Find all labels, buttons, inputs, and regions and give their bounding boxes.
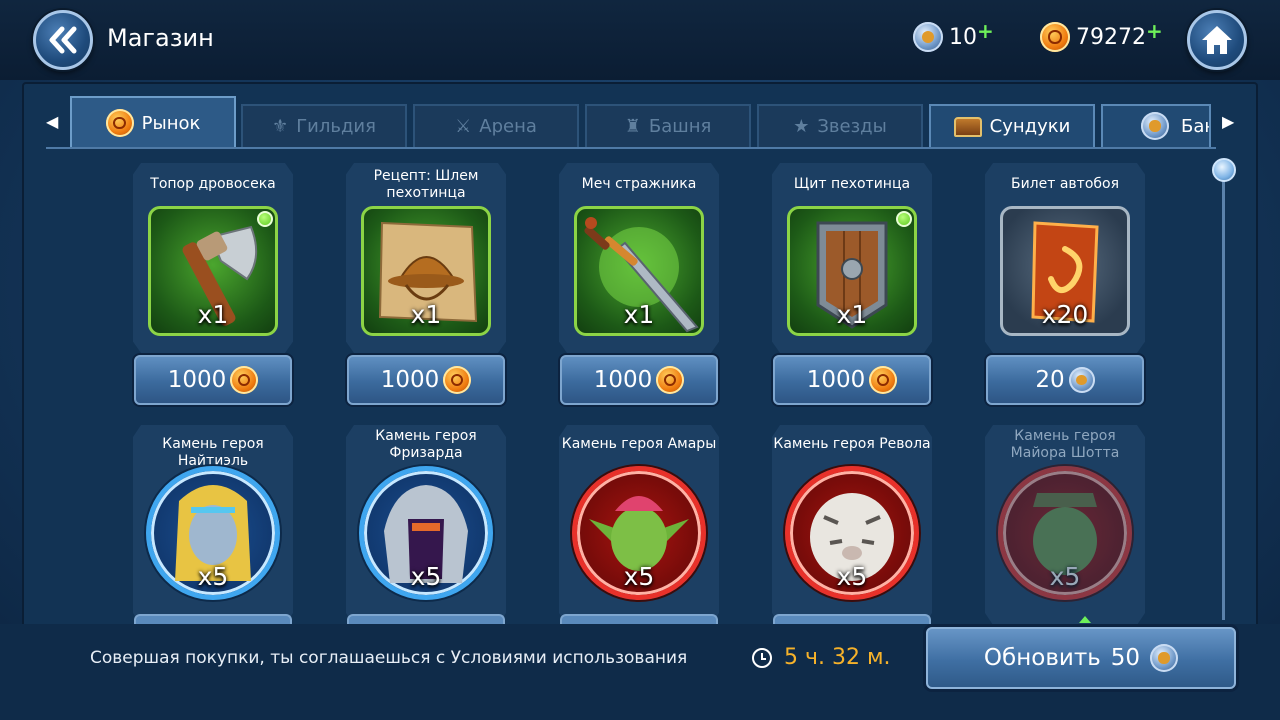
hero-stone-amara[interactable]: x5 [572, 466, 706, 600]
tab-stars[interactable]: ★ Звезды [757, 104, 923, 147]
new-indicator [896, 211, 912, 227]
scrollbar-thumb[interactable] [1212, 158, 1236, 182]
tab-chests[interactable]: Сундуки [929, 104, 1095, 147]
item-slot-shield[interactable]: x1 [787, 206, 917, 336]
item-title-text: Рецепт: Шлем пехотинца [373, 168, 479, 201]
home-icon [1202, 26, 1232, 54]
buy-button[interactable]: 1000 [347, 355, 505, 405]
hero-quantity: x5 [410, 562, 442, 591]
price-value: 1000 [593, 367, 653, 393]
hero-title-text: Камень героя Фризарда [375, 428, 477, 461]
gems-counter[interactable]: 10 + [913, 19, 994, 52]
tabs-right-arrow-icon[interactable]: ▶ [1222, 112, 1234, 131]
tab-label: Звезды [817, 116, 887, 137]
guild-icon: ⚜ [272, 116, 289, 137]
refresh-label: Обновить [983, 645, 1101, 671]
hero-quantity: x5 [197, 562, 229, 591]
double-chevron-left-icon [49, 26, 77, 54]
gold-coin-icon [869, 366, 898, 394]
gems-value: 10 [949, 24, 977, 50]
hero-quantity: x5 [623, 562, 655, 591]
tabs-left-arrow-icon[interactable]: ◀ [46, 112, 58, 131]
tab-market[interactable]: Рынок [70, 96, 236, 148]
clock-icon [752, 647, 772, 668]
item-quantity: x1 [623, 300, 655, 329]
buy-button[interactable]: 1000 [773, 355, 931, 405]
terms-link[interactable]: Совершая покупки, ты соглашаешься с Усло… [90, 648, 687, 668]
tab-arena[interactable]: ⚔ Арена [413, 104, 579, 147]
hero-quantity: x5 [836, 562, 868, 591]
buy-button[interactable]: 1000 [560, 355, 718, 405]
timer-value: 5 ч. 32 м. [784, 645, 891, 670]
tab-label: Башня [648, 116, 712, 137]
buy-button[interactable]: 20 [986, 355, 1144, 405]
item-title: Рецепт: Шлем пехотинца [341, 168, 511, 202]
coin-icon [105, 109, 134, 137]
tab-guild[interactable]: ⚜ Гильдия [241, 104, 407, 147]
item-quantity: x20 [1041, 300, 1089, 329]
hero-stone-frizard[interactable]: x5 [359, 466, 493, 600]
hero-title: Камень героя Фризарда [341, 428, 511, 462]
price-value: 1000 [806, 367, 866, 393]
tab-partial[interactable]: Бан [1101, 104, 1211, 147]
tab-label: Бан [1181, 116, 1209, 137]
add-gems-icon[interactable]: + [977, 19, 994, 43]
chest-icon [953, 116, 982, 137]
gem-icon [1068, 367, 1095, 393]
item-title: Меч стражника [581, 176, 697, 192]
tabs-underline [46, 147, 1216, 149]
tab-label: Рынок [141, 112, 201, 134]
refresh-button[interactable]: Обновить 50 [926, 627, 1236, 689]
page-title: Магазин [107, 24, 214, 52]
hero-title: Камень героя Майора Шотта [980, 428, 1150, 462]
refresh-cost: 50 [1110, 645, 1141, 671]
tower-icon: ♜ [624, 116, 641, 137]
item-quantity: x1 [197, 300, 229, 329]
gold-coin-icon [1040, 22, 1070, 52]
tab-label: Гильдия [296, 116, 376, 137]
gold-coin-icon [443, 366, 472, 394]
item-slot-axe[interactable]: x1 [148, 206, 278, 336]
price-value: 1000 [167, 367, 227, 393]
add-gold-icon[interactable]: + [1146, 19, 1163, 43]
buy-button[interactable]: 1000 [134, 355, 292, 405]
item-title: Билет автобоя [1010, 176, 1120, 192]
hero-title-text: Камень героя Майора Шотта [1010, 428, 1120, 461]
new-indicator [257, 211, 273, 227]
item-title: Топор дровосека [150, 176, 276, 192]
gold-counter[interactable]: 79272 + [1040, 19, 1163, 52]
scrollbar-track[interactable] [1222, 170, 1225, 620]
item-quantity: x1 [836, 300, 868, 329]
upgrade-arrow-icon [1079, 616, 1091, 623]
hero-quantity: x5 [1049, 562, 1081, 591]
tab-label: Арена [479, 116, 537, 137]
hero-title: Камень героя Амары [561, 436, 717, 452]
item-slot-ticket[interactable]: x20 [1000, 206, 1130, 336]
gold-value: 79272 [1076, 24, 1146, 50]
item-quantity: x1 [410, 300, 442, 329]
tab-label: Сундуки [989, 116, 1071, 137]
back-button[interactable] [33, 10, 93, 70]
hero-stone-revol[interactable]: x5 [785, 466, 919, 600]
gold-coin-icon [230, 366, 259, 394]
gem-icon [1150, 644, 1179, 672]
home-button[interactable] [1187, 10, 1247, 70]
hero-title: Камень героя Найтиэль [162, 436, 264, 469]
item-slot-sword[interactable]: x1 [574, 206, 704, 336]
gold-coin-icon [656, 366, 685, 394]
price-value: 20 [1035, 367, 1065, 393]
refresh-timer: 5 ч. 32 м. [752, 645, 891, 670]
hero-stone-major-shott[interactable]: x5 [998, 466, 1132, 600]
item-slot-helmet-recipe[interactable]: x1 [361, 206, 491, 336]
price-value: 1000 [380, 367, 440, 393]
gem-icon [1141, 112, 1169, 140]
hero-stone-nightiel[interactable]: x5 [146, 466, 280, 600]
arena-icon: ⚔ [455, 116, 472, 137]
hero-title: Камень героя Револа [773, 436, 931, 452]
item-title: Щит пехотинца [793, 176, 911, 192]
star-icon: ★ [793, 116, 810, 137]
tab-tower[interactable]: ♜ Башня [585, 104, 751, 147]
gem-icon [913, 22, 943, 52]
